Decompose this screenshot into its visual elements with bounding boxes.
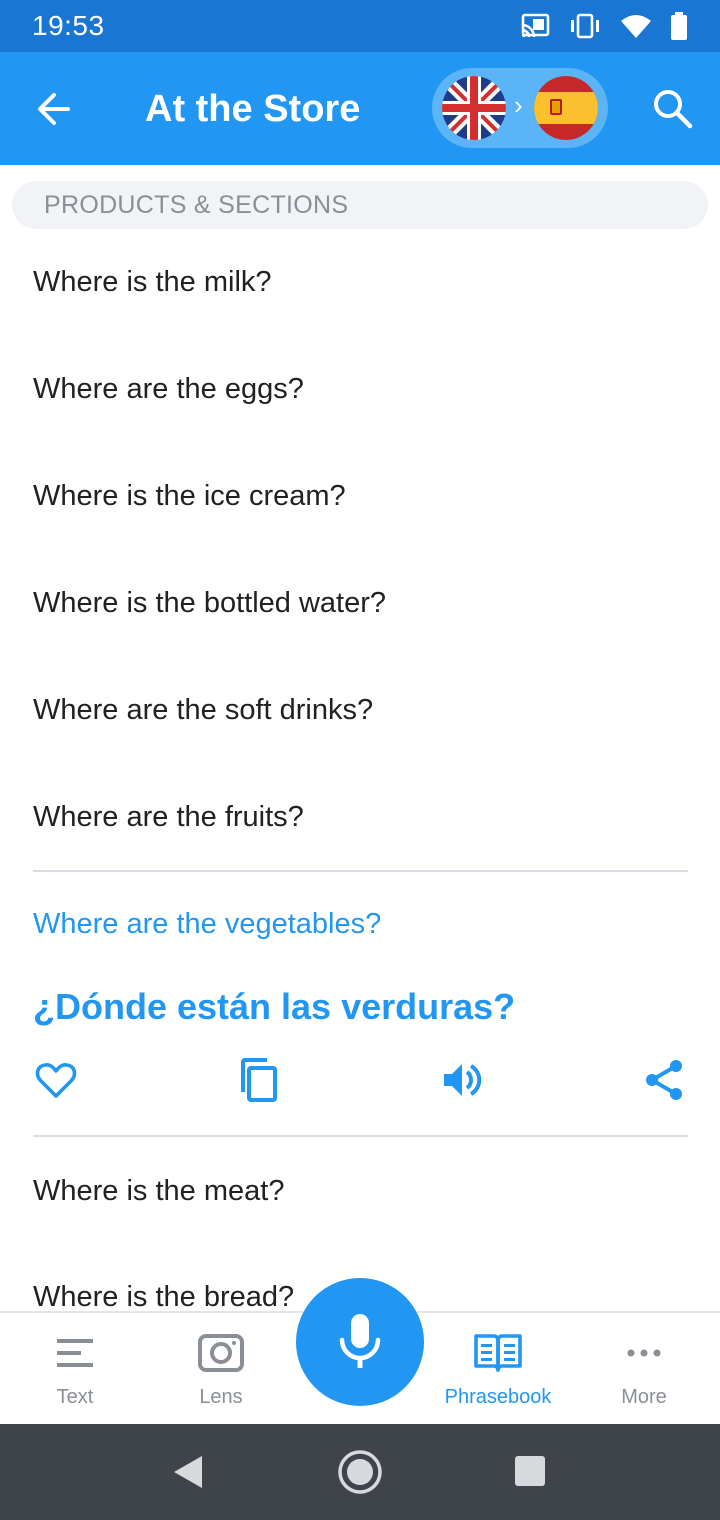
- copy-icon[interactable]: [235, 1056, 283, 1104]
- system-home-icon[interactable]: [336, 1448, 384, 1496]
- camera-icon: [198, 1334, 244, 1372]
- cast-icon: [521, 13, 550, 38]
- back-arrow-icon[interactable]: [30, 86, 82, 132]
- nav-phrasebook-label: Phrasebook: [444, 1386, 552, 1408]
- status-icons: [520, 12, 688, 40]
- phrasebook-screen: 19:53 At the Store › PRODUCTS & SECTIONS…: [0, 0, 720, 1520]
- language-switcher[interactable]: ›: [432, 68, 608, 148]
- text-icon: [57, 1339, 93, 1367]
- search-icon[interactable]: [650, 86, 696, 132]
- nav-phrasebook[interactable]: Phrasebook: [428, 1313, 568, 1426]
- nav-more-label: More: [621, 1386, 667, 1408]
- system-nav-bar: [0, 1424, 720, 1520]
- heart-icon[interactable]: [32, 1056, 80, 1104]
- phrase-item[interactable]: Where are the soft drinks?: [33, 694, 373, 727]
- status-time: 19:53: [32, 10, 105, 41]
- nav-more[interactable]: More: [574, 1313, 714, 1426]
- nav-text-label: Text: [56, 1386, 94, 1408]
- spain-flag-icon: [534, 76, 598, 140]
- vibrate-icon: [571, 13, 599, 39]
- section-header: PRODUCTS & SECTIONS: [12, 181, 708, 229]
- divider: [33, 870, 688, 872]
- nav-lens-label: Lens: [199, 1386, 243, 1408]
- language-arrow: ›: [514, 90, 523, 120]
- nav-lens[interactable]: Lens: [151, 1313, 291, 1426]
- speaker-icon[interactable]: [438, 1056, 486, 1104]
- translation-text: ¿Dónde están las verduras?: [33, 986, 516, 1027]
- phrase-item[interactable]: Where is the milk?: [33, 266, 272, 299]
- page-title: At the Store: [145, 88, 361, 130]
- system-recents-icon[interactable]: [514, 1455, 546, 1487]
- system-back-icon[interactable]: [172, 1454, 204, 1490]
- phrase-item[interactable]: Where are the eggs?: [33, 373, 304, 406]
- phrase-item[interactable]: Where is the bread?: [33, 1281, 294, 1314]
- battery-icon: [671, 12, 687, 40]
- nav-text[interactable]: Text: [5, 1313, 145, 1426]
- phrase-item[interactable]: Where is the meat?: [33, 1175, 284, 1208]
- uk-flag-icon: [442, 76, 506, 140]
- phrasebook-icon: [474, 1334, 522, 1372]
- phrase-item[interactable]: Where are the fruits?: [33, 801, 304, 834]
- mic-icon: [339, 1314, 381, 1368]
- app-bar: At the Store ›: [0, 52, 720, 165]
- status-bar: 19:53: [0, 0, 720, 52]
- mic-button[interactable]: [296, 1278, 424, 1406]
- more-icon: [627, 1349, 661, 1357]
- share-icon[interactable]: [640, 1056, 688, 1104]
- divider: [33, 1135, 688, 1137]
- phrase-item-expanded[interactable]: Where are the vegetables?: [33, 908, 381, 941]
- phrase-item[interactable]: Where is the bottled water?: [33, 587, 386, 620]
- phrase-item[interactable]: Where is the ice cream?: [33, 480, 346, 513]
- wifi-icon: [621, 15, 651, 38]
